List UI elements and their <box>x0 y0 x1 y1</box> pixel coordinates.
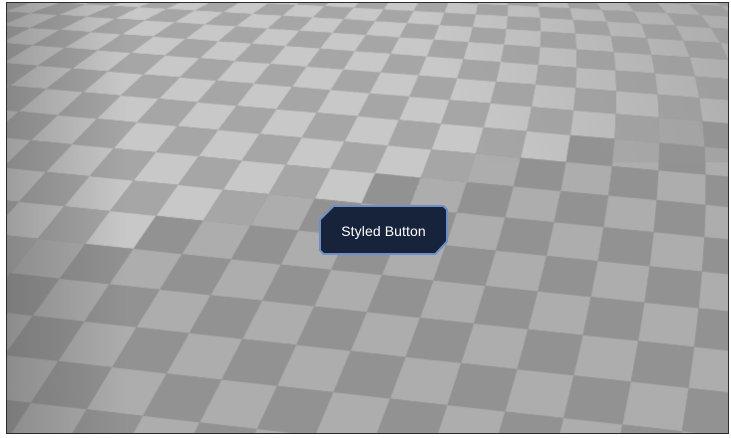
styled-button-label: Styled Button <box>341 223 426 239</box>
styled-button[interactable]: Styled Button <box>319 205 448 257</box>
3d-viewport[interactable]: Styled Button <box>6 2 729 434</box>
